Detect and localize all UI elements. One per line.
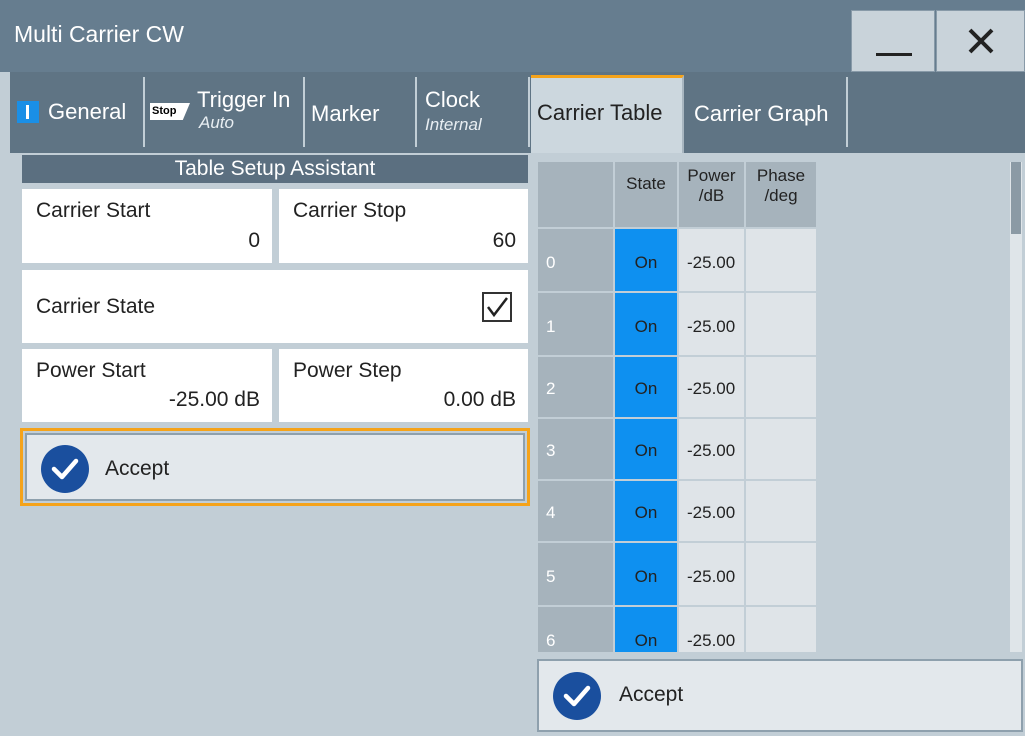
row-index-cell: 6	[538, 607, 613, 652]
setup-accept-label: Accept	[105, 457, 170, 480]
checkmark-icon	[487, 297, 508, 318]
power-cell[interactable]: -25.00	[679, 357, 744, 417]
carrier-state-field: Carrier State	[22, 270, 528, 343]
power-step-field[interactable]: Power Step 0.00 dB	[279, 349, 528, 422]
phase-cell[interactable]	[746, 357, 816, 417]
phase-column-header: Phase /deg	[746, 162, 816, 227]
table-accept-label: Accept	[619, 683, 684, 706]
table-corner-header	[538, 162, 613, 227]
tab-carrier-graph[interactable]: Carrier Graph	[684, 77, 848, 147]
power-start-value: -25.00 dB	[168, 388, 260, 411]
power-start-field[interactable]: Power Start -25.00 dB	[22, 349, 272, 422]
tab-carrier-table[interactable]: Carrier Table	[531, 75, 684, 153]
check-circle-icon	[41, 445, 89, 493]
state-cell[interactable]: On	[615, 481, 677, 541]
row-index-cell: 5	[538, 543, 613, 605]
carrier-state-label: Carrier State	[36, 295, 156, 318]
state-cell[interactable]: On	[615, 607, 677, 652]
check-icon	[51, 458, 79, 480]
table-setup-assistant-header: Table Setup Assistant	[22, 155, 528, 183]
power-cell[interactable]: -25.00	[679, 419, 744, 479]
tab-marker-label: Marker	[311, 101, 380, 126]
row-index-cell: 0	[538, 229, 613, 291]
phase-cell[interactable]	[746, 481, 816, 541]
power-start-label: Power Start	[36, 359, 146, 382]
table-row[interactable]: 0 On -25.00	[538, 229, 818, 291]
setup-accept-button-face: Accept	[25, 433, 525, 501]
state-cell[interactable]: On	[615, 543, 677, 605]
tab-general[interactable]: General	[10, 77, 145, 147]
table-scrollbar-thumb[interactable]	[1011, 162, 1021, 234]
power-cell[interactable]: -25.00	[679, 481, 744, 541]
tab-clock-label: Clock	[425, 87, 481, 112]
tab-clock-sub: Internal	[425, 115, 482, 134]
power-step-label: Power Step	[293, 359, 402, 382]
power-cell[interactable]: -25.00	[679, 607, 744, 652]
tab-trigger-label: Trigger In	[197, 87, 291, 112]
setup-accept-button[interactable]: Accept	[20, 428, 530, 506]
tab-trigger-in[interactable]: Stop Trigger In Auto	[145, 77, 305, 147]
table-scrollbar[interactable]	[1010, 162, 1022, 652]
carrier-stop-label: Carrier Stop	[293, 199, 407, 222]
phase-cell[interactable]	[746, 419, 816, 479]
phase-cell[interactable]	[746, 607, 816, 652]
table-row[interactable]: 1 On -25.00	[538, 293, 818, 355]
tab-carrier-table-label: Carrier Table	[537, 100, 663, 125]
table-row[interactable]: 4 On -25.00	[538, 481, 818, 541]
power-cell[interactable]: -25.00	[679, 229, 744, 291]
phase-cell[interactable]	[746, 229, 816, 291]
carrier-start-label: Carrier Start	[36, 199, 151, 222]
table-row[interactable]: 6 On -25.00	[538, 607, 818, 652]
row-index-cell: 3	[538, 419, 613, 479]
tab-marker[interactable]: Marker	[305, 77, 417, 147]
table-row[interactable]: 3 On -25.00	[538, 419, 818, 479]
carrier-start-value: 0	[248, 229, 260, 252]
power-column-header: Power /dB	[679, 162, 744, 227]
table-empty-area	[822, 162, 1010, 652]
tab-trigger-sub: Auto	[199, 113, 234, 132]
table-accept-button[interactable]: Accept	[537, 659, 1023, 732]
state-cell[interactable]: On	[615, 293, 677, 355]
state-cell[interactable]: On	[615, 357, 677, 417]
tab-carrier-graph-label: Carrier Graph	[694, 101, 829, 126]
row-index-cell: 1	[538, 293, 613, 355]
state-cell[interactable]: On	[615, 229, 677, 291]
row-index-cell: 2	[538, 357, 613, 417]
table-row[interactable]: 5 On -25.00	[538, 543, 818, 605]
table-row[interactable]: 2 On -25.00	[538, 357, 818, 417]
carrier-stop-field[interactable]: Carrier Stop 60	[279, 189, 528, 263]
check-icon	[563, 685, 591, 707]
carrier-table: State Power /dB Phase /deg 0 On -25.00 1…	[538, 162, 824, 652]
power-step-value: 0.00 dB	[443, 388, 516, 411]
state-cell[interactable]: On	[615, 419, 677, 479]
minimize-button[interactable]	[851, 10, 935, 72]
close-icon	[968, 28, 994, 54]
info-icon	[17, 101, 39, 123]
window-title: Multi Carrier CW	[14, 21, 184, 47]
minimize-icon	[876, 53, 912, 56]
state-column-header: State	[615, 162, 677, 227]
close-button[interactable]	[936, 10, 1025, 72]
carrier-stop-value: 60	[492, 229, 516, 252]
row-index-cell: 4	[538, 481, 613, 541]
carrier-state-checkbox[interactable]	[482, 292, 512, 322]
power-cell[interactable]: -25.00	[679, 293, 744, 355]
phase-cell[interactable]	[746, 293, 816, 355]
tab-general-label: General	[48, 99, 127, 124]
tab-clock[interactable]: Clock Internal	[417, 77, 530, 147]
stop-icon: Stop	[150, 103, 190, 120]
phase-cell[interactable]	[746, 543, 816, 605]
carrier-start-field[interactable]: Carrier Start 0	[22, 189, 272, 263]
check-circle-icon	[553, 672, 601, 720]
power-cell[interactable]: -25.00	[679, 543, 744, 605]
